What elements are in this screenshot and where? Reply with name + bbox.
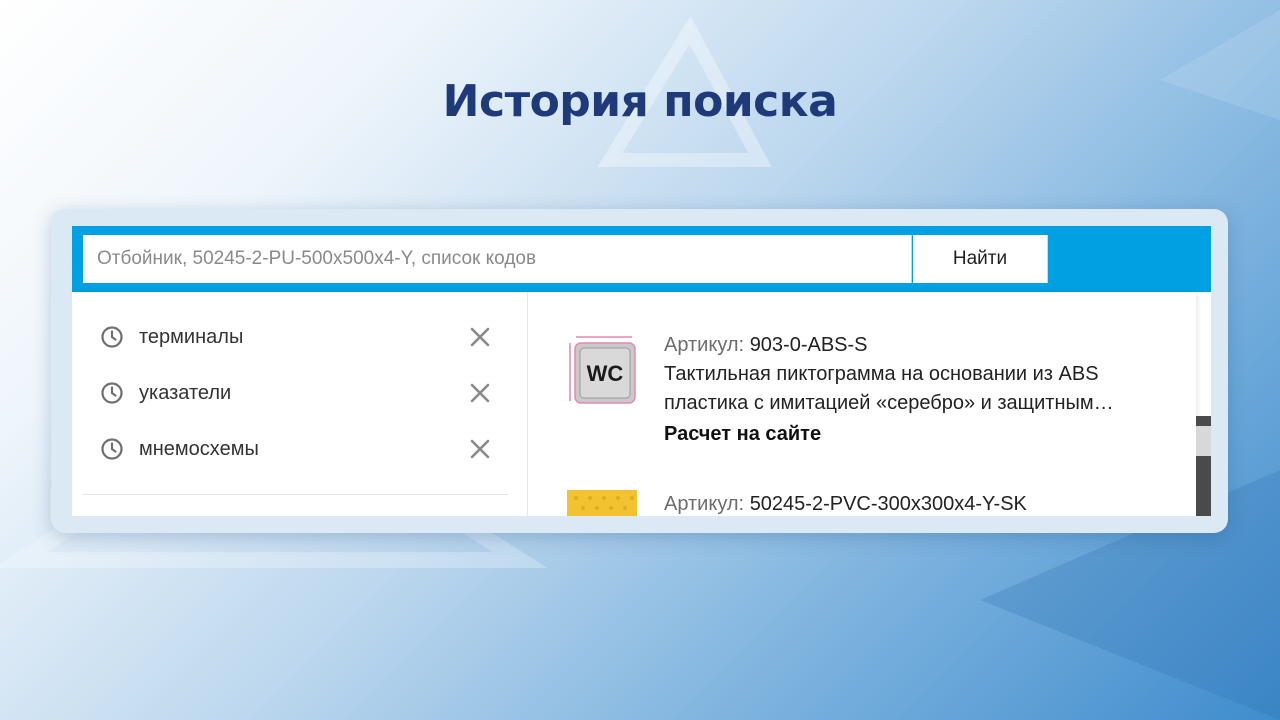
- history-item-label: терминалы: [139, 326, 244, 348]
- yellow-tactile-tile-thumbnail: [567, 490, 637, 516]
- product-sku-line: Артикул: 903-0-ABS-S: [664, 331, 1164, 360]
- close-icon[interactable]: [468, 437, 492, 461]
- price-cta[interactable]: Расчет на сайте: [664, 420, 1164, 449]
- divider: [83, 494, 508, 495]
- product-description: Тактильная пиктограмма на основании из A…: [664, 363, 1099, 385]
- close-icon[interactable]: [468, 325, 492, 349]
- cropped-edge-image: [1196, 426, 1211, 456]
- wc-sign-thumbnail: WC: [562, 331, 642, 411]
- sku-value: 50245-2-PVC-300x300x4-Y-SK: [749, 493, 1027, 515]
- thumbnail-text: WC: [587, 361, 624, 386]
- history-item-label: мнемосхемы: [139, 438, 259, 460]
- close-icon[interactable]: [468, 381, 492, 405]
- clock-icon: [101, 382, 123, 404]
- search-button[interactable]: Найти: [913, 235, 1047, 283]
- search-widget: Найти терминалы указатели: [72, 226, 1211, 516]
- product-text: Артикул: 903-0-ABS-S Тактильная пиктогра…: [664, 331, 1164, 449]
- search-dropdown: терминалы указатели мнемосхемы WC Артику…: [72, 292, 1196, 516]
- product-sku-line: Артикул: 50245-2-PVC-300x300x4-Y-SK: [664, 490, 1164, 516]
- product-text: Артикул: 50245-2-PVC-300x300x4-Y-SK: [664, 490, 1164, 516]
- sku-label: Артикул:: [664, 493, 745, 515]
- column-divider: [527, 292, 528, 516]
- clock-icon: [101, 326, 123, 348]
- sku-label: Артикул:: [664, 334, 745, 356]
- history-item[interactable]: терминалы: [83, 309, 508, 365]
- search-bar: Найти: [72, 226, 1211, 292]
- sku-value: 903-0-ABS-S: [749, 334, 868, 356]
- history-item-label: указатели: [139, 382, 232, 404]
- history-item[interactable]: мнемосхемы: [83, 421, 508, 477]
- search-history-list: терминалы указатели мнемосхемы: [83, 292, 528, 516]
- product-description: пластика с имитацией «серебро» и защитны…: [664, 392, 1114, 414]
- page-title: История поиска: [442, 76, 838, 127]
- history-item[interactable]: указатели: [83, 365, 508, 421]
- clock-icon: [101, 438, 123, 460]
- search-input[interactable]: [83, 235, 912, 283]
